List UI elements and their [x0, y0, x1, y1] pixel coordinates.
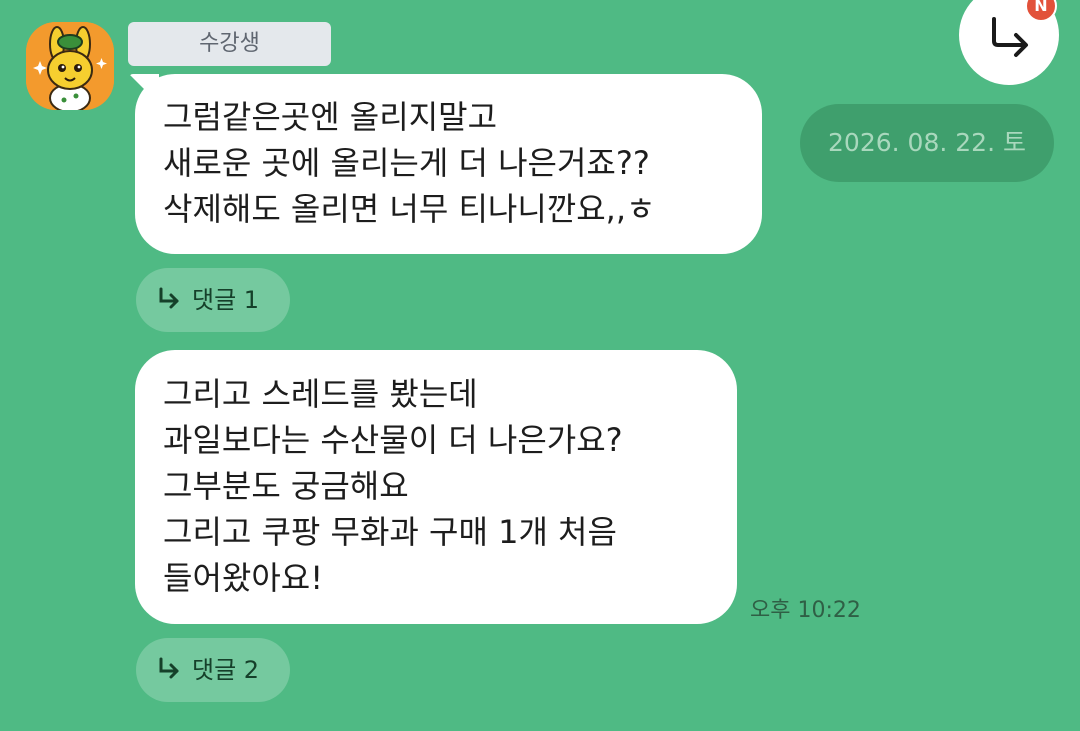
message-line: 삭제해도 올리면 너무 티나니깐요,,ㅎ [163, 190, 656, 228]
message-line: 그부분도 궁금해요 [163, 467, 409, 505]
message-line: 과일보다는 수산물이 더 나은가요? [163, 421, 623, 459]
reply-count-label: 댓글 2 [192, 656, 260, 684]
message-line: 새로운 곳에 올리는게 더 나은거죠?? [163, 144, 650, 182]
reply-thread-button[interactable]: 댓글 1 [136, 268, 290, 332]
message-timestamp: 오후 10:22 [750, 598, 861, 623]
message-bubble[interactable]: 그럼같은곳엔 올리지말고 새로운 곳에 올리는게 더 나은거죠?? 삭제해도 올… [129, 74, 762, 254]
bubble-tail [129, 74, 159, 104]
date-indicator: 2026. 08. 22. 토 [800, 104, 1054, 182]
reply-arrow-icon [159, 287, 179, 309]
message-line: 들어왔아요! [163, 559, 324, 597]
reply-arrow-icon [159, 657, 179, 679]
message-line: 그럼같은곳엔 올리지말고 [163, 98, 498, 136]
sender-name[interactable]: 수강생 [128, 22, 331, 66]
reply-arrow-icon [992, 17, 1028, 57]
message-line: 그리고 쿠팡 무화과 구매 1개 처음 [163, 513, 617, 551]
reply-count-label: 댓글 1 [192, 286, 260, 314]
reply-thread-button[interactable]: 댓글 2 [136, 638, 290, 702]
sender-avatar[interactable] [26, 22, 114, 110]
message-line: 그리고 스레드를 봤는데 [163, 375, 478, 413]
message-bubble[interactable]: 그리고 스레드를 봤는데 과일보다는 수산물이 더 나은가요? 그부분도 궁금해… [135, 350, 737, 624]
bunny-character-icon [26, 22, 114, 110]
